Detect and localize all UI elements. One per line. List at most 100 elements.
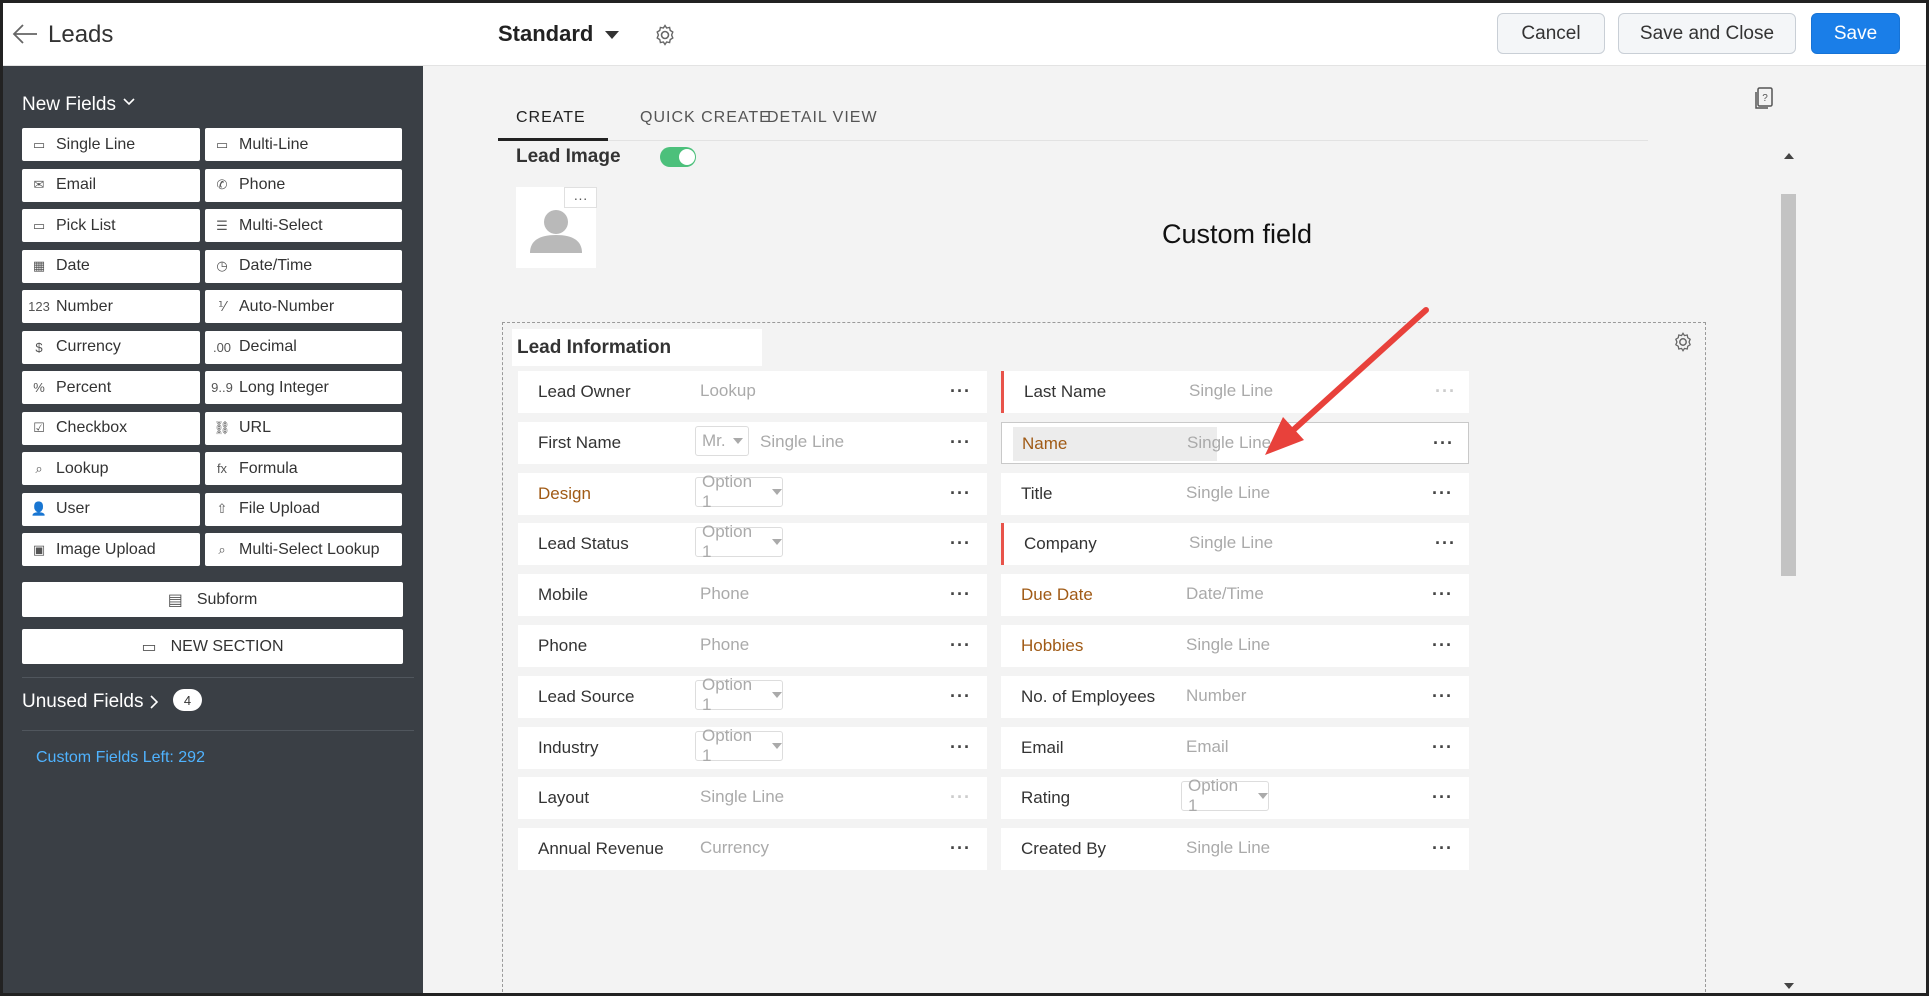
more-options-icon[interactable]: ··· bbox=[950, 483, 971, 504]
more-options-icon[interactable]: ··· bbox=[1432, 737, 1453, 758]
more-options-icon[interactable]: ··· bbox=[1432, 584, 1453, 605]
more-options-icon[interactable]: ··· bbox=[1435, 381, 1456, 402]
field-label: Last Name bbox=[1024, 382, 1107, 401]
field-row-mobile[interactable]: Mobile Phone ··· bbox=[518, 574, 987, 617]
field-type-placeholder: Single Line bbox=[1186, 838, 1271, 858]
palette-item-percent[interactable]: % Percent bbox=[22, 371, 200, 404]
more-options-icon[interactable]: ··· bbox=[1432, 686, 1453, 707]
pick-list-icon: ▭ bbox=[32, 217, 46, 233]
view-tabs bbox=[498, 66, 1648, 141]
layout-settings-gear-icon[interactable] bbox=[653, 23, 677, 47]
picklist-value: Option 1 bbox=[1188, 776, 1239, 816]
more-options-icon[interactable]: ··· bbox=[950, 635, 971, 656]
palette-item-image-upload[interactable]: ▣ Image Upload bbox=[22, 533, 200, 566]
palette-item-multi-select[interactable]: ☰ Multi-Select bbox=[205, 209, 402, 242]
scroll-up-arrow-icon[interactable] bbox=[1784, 153, 1794, 159]
palette-item-url[interactable]: ⛓ URL bbox=[205, 411, 402, 445]
palette-item-formula[interactable]: fx Formula bbox=[205, 452, 402, 485]
field-row-no-of-employees[interactable]: No. of Employees Number ··· bbox=[1001, 675, 1469, 718]
picklist-value: Option 1 bbox=[702, 674, 753, 714]
field-row-email[interactable]: Email Email ··· bbox=[1001, 726, 1469, 769]
palette-item-user[interactable]: 👤 User bbox=[22, 492, 200, 526]
file-upload-icon: ⇧ bbox=[216, 501, 228, 516]
more-options-icon[interactable]: ··· bbox=[1435, 533, 1456, 554]
field-row-lead-source[interactable]: Lead Source Option 1 ··· bbox=[518, 674, 987, 718]
field-row-last-name[interactable]: Last Name Single Line ··· bbox=[1001, 371, 1469, 413]
field-row-lead-owner[interactable]: Lead Owner Lookup ··· bbox=[518, 371, 987, 413]
more-options-icon[interactable]: ··· bbox=[950, 737, 971, 758]
field-row-phone[interactable]: Phone Phone ··· bbox=[518, 625, 987, 667]
chevron-down-icon[interactable] bbox=[123, 98, 135, 106]
avatar-more-options-button[interactable]: ··· bbox=[564, 187, 597, 208]
cancel-button[interactable]: Cancel bbox=[1497, 13, 1605, 54]
more-options-icon[interactable]: ··· bbox=[950, 838, 971, 859]
subform-button[interactable]: ▤ Subform bbox=[22, 582, 403, 617]
chevron-right-icon[interactable] bbox=[149, 695, 159, 709]
field-row-first-name[interactable]: First Name Mr. Single Line ··· bbox=[518, 421, 987, 464]
palette-item-date[interactable]: ▦ Date bbox=[22, 249, 200, 283]
palette-item-phone[interactable]: ✆ Phone bbox=[205, 168, 402, 202]
palette-item-email[interactable]: ✉ Email bbox=[22, 168, 200, 202]
palette-item-date-time[interactable]: ◷ Date/Time bbox=[205, 249, 402, 283]
more-options-icon[interactable]: ··· bbox=[950, 787, 971, 808]
layout-name[interactable]: Standard bbox=[498, 21, 593, 47]
field-row-title[interactable]: Title Single Line ··· bbox=[1001, 472, 1469, 515]
tab-quick-create[interactable]: QUICK CREATE bbox=[640, 109, 771, 127]
palette-item-label: Date/Time bbox=[239, 257, 313, 274]
field-label: Industry bbox=[538, 737, 599, 757]
palette-item-currency[interactable]: $ Currency bbox=[22, 330, 200, 364]
field-row-design[interactable]: Design Option 1 ··· bbox=[518, 472, 987, 515]
tab-detail-view[interactable]: DETAIL VIEW bbox=[767, 109, 878, 127]
palette-item-lookup[interactable]: ⌕ Lookup bbox=[22, 452, 200, 485]
more-options-icon[interactable]: ··· bbox=[1432, 787, 1453, 808]
palette-item-decimal[interactable]: .00 Decimal bbox=[205, 330, 402, 364]
palette-item-auto-number[interactable]: ⅟ Auto-Number bbox=[205, 290, 402, 323]
layout-dropdown-caret-icon[interactable] bbox=[605, 31, 619, 39]
new-fields-heading[interactable]: New Fields bbox=[22, 94, 116, 116]
palette-item-label: Formula bbox=[239, 459, 298, 477]
field-row-name[interactable]: Name Single Line ··· bbox=[1001, 421, 1469, 464]
save-and-close-button[interactable]: Save and Close bbox=[1618, 13, 1796, 54]
field-label: Created By bbox=[1021, 839, 1107, 859]
tab-create[interactable]: CREATE bbox=[516, 109, 586, 127]
palette-item-multi-line[interactable]: ▭ Multi-Line bbox=[205, 128, 402, 161]
more-options-icon[interactable]: ··· bbox=[1432, 635, 1453, 656]
new-section-button[interactable]: ▭ NEW SECTION bbox=[22, 629, 403, 664]
palette-item-multi-select-lookup[interactable]: ⌕ Multi-Select Lookup bbox=[205, 533, 402, 566]
field-row-layout[interactable]: Layout Single Line ··· bbox=[518, 777, 987, 820]
field-row-hobbies[interactable]: Hobbies Single Line ··· bbox=[1001, 625, 1469, 667]
more-options-icon[interactable]: ··· bbox=[950, 584, 971, 605]
scroll-down-arrow-icon[interactable] bbox=[1784, 983, 1794, 989]
palette-item-label: Image Upload bbox=[56, 540, 156, 558]
more-options-icon[interactable]: ··· bbox=[950, 432, 971, 453]
scrollbar-thumb[interactable] bbox=[1781, 194, 1796, 576]
field-row-due-date[interactable]: Due Date Date/Time ··· bbox=[1001, 574, 1469, 617]
more-options-icon[interactable]: ··· bbox=[950, 533, 971, 554]
field-row-created-by[interactable]: Created By Single Line ··· bbox=[1001, 828, 1469, 871]
palette-item-label: Multi-Select bbox=[239, 216, 323, 234]
palette-item-number[interactable]: 123 Number bbox=[22, 290, 200, 323]
field-row-company[interactable]: Company Single Line ··· bbox=[1001, 523, 1469, 566]
palette-item-pick-list[interactable]: ▭ Pick List bbox=[22, 209, 200, 242]
more-options-icon[interactable]: ··· bbox=[950, 381, 971, 402]
section-title[interactable]: Lead Information bbox=[512, 329, 762, 366]
field-row-annual-revenue[interactable]: Annual Revenue Currency ··· bbox=[518, 828, 987, 871]
unused-fields-heading[interactable]: Unused Fields bbox=[22, 691, 143, 713]
more-options-icon[interactable]: ··· bbox=[1432, 838, 1453, 859]
more-options-icon[interactable]: ··· bbox=[1433, 433, 1454, 454]
field-row-lead-status[interactable]: Lead Status Option 1 ··· bbox=[518, 522, 987, 566]
palette-item-file-upload[interactable]: ⇧ File Upload bbox=[205, 492, 402, 526]
palette-item-long-integer[interactable]: 9..9 Long Integer bbox=[205, 371, 402, 404]
more-options-icon[interactable]: ··· bbox=[950, 686, 971, 707]
more-options-icon[interactable]: ··· bbox=[1432, 483, 1453, 504]
palette-item-checkbox[interactable]: ☑ Checkbox bbox=[22, 411, 200, 445]
new-section-label: NEW SECTION bbox=[170, 637, 284, 655]
back-arrow-icon[interactable] bbox=[11, 21, 39, 47]
section-settings-gear-icon[interactable] bbox=[1672, 331, 1694, 353]
field-row-rating[interactable]: Rating Option 1 ··· bbox=[1001, 776, 1469, 820]
field-row-industry[interactable]: Industry Option 1 ··· bbox=[518, 726, 987, 769]
palette-item-single-line[interactable]: ▭ Single Line bbox=[22, 128, 200, 161]
palette-item-label: Date bbox=[56, 257, 90, 274]
save-button[interactable]: Save bbox=[1811, 13, 1900, 54]
preview-icon[interactable]: ? bbox=[1753, 86, 1775, 110]
